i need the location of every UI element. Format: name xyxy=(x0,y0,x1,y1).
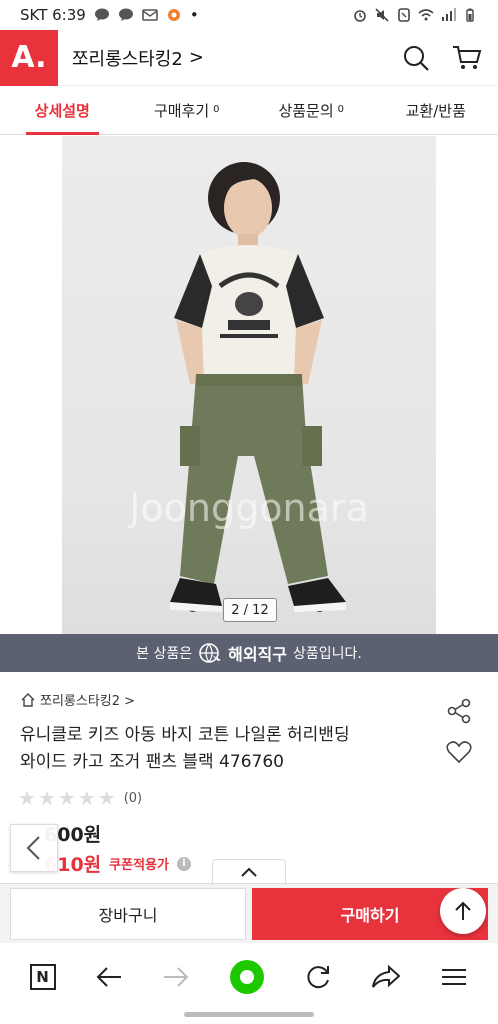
coupon-label: 쿠폰적용가 xyxy=(109,858,169,873)
product-image-gallery[interactable]: Joonggonara xyxy=(0,136,498,634)
star-icon: ★ xyxy=(57,786,76,810)
breadcrumb[interactable]: 쪼리롱스타킹2 > xyxy=(20,690,135,709)
banner-highlight: 해외직구 xyxy=(228,645,287,664)
chevron-right-icon: > xyxy=(188,47,204,68)
coupon-price-row: 610원 쿠폰적용가 i xyxy=(44,850,191,877)
star-icon: ★ xyxy=(18,786,36,810)
share-arrow-icon[interactable] xyxy=(371,964,401,990)
tab-reviews[interactable]: 구매후기 0 xyxy=(125,87,250,134)
chat-bubble-icon xyxy=(94,8,109,21)
talk-icon xyxy=(118,8,133,21)
scroll-top-button[interactable] xyxy=(440,888,486,934)
tab-details[interactable]: 상세설명 xyxy=(0,87,125,135)
store-title-link[interactable]: 쪼리롱스타킹2 > xyxy=(72,45,204,71)
overseas-banner: 본 상품은 해외직구 상품입니다. xyxy=(0,634,498,672)
app-notification-icon xyxy=(167,9,180,21)
carrier-time: SKT 6:39 xyxy=(20,6,86,24)
system-home-indicator[interactable] xyxy=(184,1012,314,1017)
star-icon: ★ xyxy=(97,786,116,810)
tab-inquiries[interactable]: 상품문의 0 xyxy=(249,87,374,134)
globe-plane-icon xyxy=(199,643,222,663)
add-to-cart-button[interactable]: 장바구니 xyxy=(10,887,246,940)
share-icon[interactable] xyxy=(446,698,472,724)
tab-label: 교환/반품 xyxy=(405,102,466,120)
alarm-icon xyxy=(354,10,366,22)
rating-stars: ★ ★ ★ ★ ★ (0) xyxy=(18,786,142,810)
tab-label: 상품문의 xyxy=(278,102,334,120)
product-title-line: 와이드 카고 조거 팬츠 블랙 476760 xyxy=(20,752,284,772)
wifi-icon xyxy=(418,9,434,21)
mail-icon xyxy=(142,9,158,21)
product-photo: Joonggonara xyxy=(62,136,436,634)
star-icon: ★ xyxy=(37,786,56,810)
naver-home-button[interactable]: N xyxy=(29,964,56,990)
product-photo-illustration xyxy=(170,162,346,612)
more-notifications-dot: • xyxy=(189,6,199,24)
green-dot-icon[interactable] xyxy=(229,959,265,995)
browser-nav-bar: N xyxy=(0,944,498,1010)
rating-count: (0) xyxy=(123,790,143,806)
back-overlay-button[interactable] xyxy=(10,824,58,872)
product-title-line: 유니클로 키즈 아동 바지 코튼 나일론 허리밴딩 xyxy=(20,725,350,745)
refresh-icon[interactable] xyxy=(304,963,332,991)
nfc-icon xyxy=(398,8,410,22)
status-bar: SKT 6:39 • xyxy=(0,0,498,30)
banner-suffix: 상품입니다. xyxy=(293,646,362,662)
heart-icon[interactable] xyxy=(446,740,472,764)
forward-arrow-icon[interactable] xyxy=(162,965,190,989)
battery-icon xyxy=(466,8,474,22)
tab-exchange-return[interactable]: 교환/반품 xyxy=(374,87,498,134)
menu-icon[interactable] xyxy=(440,966,468,988)
arrow-up-icon xyxy=(455,901,471,920)
tab-label: 구매후기 xyxy=(153,102,210,120)
product-tabs: 상세설명 구매후기 0 상품문의 0 교환/반품 xyxy=(0,87,498,135)
breadcrumb-store: 쪼리롱스타킹2 > xyxy=(40,694,136,709)
expand-toggle-button[interactable] xyxy=(212,859,286,883)
store-name: 쪼리롱스타킹2 xyxy=(72,48,183,70)
home-icon xyxy=(21,692,35,707)
product-title: 유니클로 키즈 아동 바지 코튼 나일론 허리밴딩 와이드 카고 조거 팬츠 블… xyxy=(20,722,420,776)
banner-prefix: 본 상품은 xyxy=(136,646,193,662)
star-icon: ★ xyxy=(77,786,96,810)
cart-icon[interactable] xyxy=(452,44,482,72)
mute-icon xyxy=(375,8,389,22)
chevron-left-icon xyxy=(26,836,40,860)
purchase-bar: 장바구니 구매하기 xyxy=(0,883,498,943)
tab-label: 상세설명 xyxy=(34,102,90,120)
search-icon[interactable] xyxy=(402,44,430,72)
signal-icon xyxy=(442,8,456,21)
image-counter: 2 / 12 xyxy=(223,598,277,622)
watermark: Joonggonara xyxy=(129,486,369,530)
logo[interactable]: A. xyxy=(0,29,58,86)
chevron-up-icon xyxy=(241,867,257,877)
info-icon[interactable]: i xyxy=(176,856,191,871)
tab-count: 0 xyxy=(337,104,345,115)
app-header: A. 쪼리롱스타킹2 > xyxy=(0,29,498,86)
tab-count: 0 xyxy=(213,104,220,115)
back-arrow-icon[interactable] xyxy=(95,965,123,989)
